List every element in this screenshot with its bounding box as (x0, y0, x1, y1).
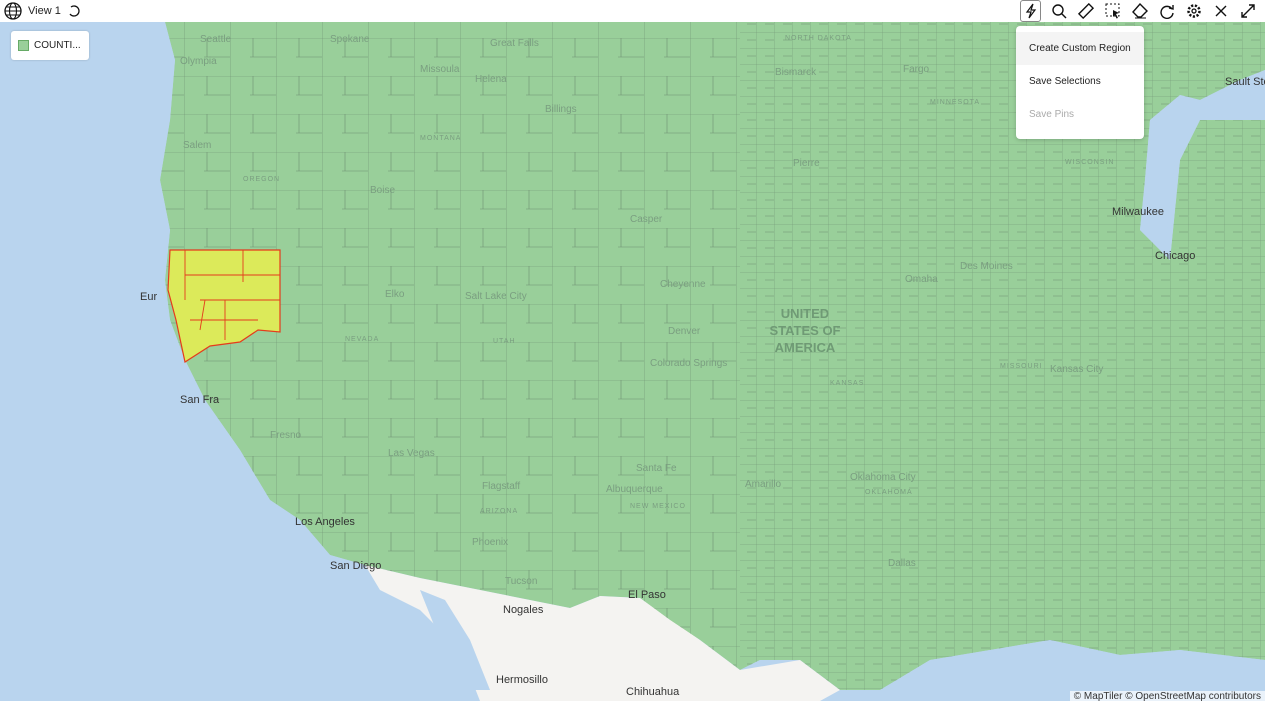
state-label: NEW MEXICO (630, 503, 686, 510)
city-label: Hermosillo (496, 674, 548, 686)
state-label: MISSOURI (1000, 363, 1043, 370)
city-label: Helena (475, 74, 507, 85)
state-label: MONTANA (420, 135, 461, 142)
city-label: Missoula (420, 64, 460, 75)
city-label: Casper (630, 214, 663, 225)
country-label: STATES OF (769, 323, 840, 338)
city-label: Tucson (505, 576, 537, 587)
view-title-group: View 1 (4, 2, 81, 20)
redo-button[interactable] (1153, 0, 1180, 22)
state-label: WISCONSIN (1065, 159, 1114, 166)
city-label: Milwaukee (1112, 206, 1164, 218)
expand-icon (1240, 4, 1255, 18)
state-label: OREGON (243, 176, 280, 183)
lightning-icon (1025, 3, 1036, 19)
city-label: Spokane (330, 34, 370, 45)
city-label: Salem (183, 140, 211, 151)
state-label: NORTH DAKOTA (785, 35, 852, 42)
state-label: MINNESOTA (930, 99, 980, 106)
city-label: Omaha (905, 274, 938, 285)
city-label: Elko (385, 289, 405, 300)
close-button[interactable] (1207, 0, 1234, 22)
ruler-button[interactable] (1072, 0, 1099, 22)
city-label: Boise (370, 185, 395, 196)
legend-swatch (18, 40, 29, 51)
ruler-icon (1077, 3, 1094, 19)
box-select-icon (1105, 3, 1119, 19)
city-label: Billings (545, 104, 577, 115)
city-label: Dallas (888, 558, 916, 569)
state-label: NEVADA (345, 336, 379, 343)
city-label: Cheyenne (660, 279, 706, 290)
city-label: Oklahoma City (850, 472, 916, 483)
redo-icon (1159, 5, 1174, 19)
state-label: KANSAS (830, 380, 864, 387)
expand-button[interactable] (1234, 0, 1261, 22)
legend-label: COUNTI... (34, 40, 81, 51)
city-label: San Fra (180, 394, 220, 406)
city-label: Denver (668, 326, 701, 337)
city-label: Great Falls (490, 38, 539, 49)
state-label: UTAH (493, 338, 516, 345)
settings-button[interactable] (1180, 0, 1207, 22)
city-label: Eur (140, 291, 157, 303)
country-label: UNITED (781, 306, 829, 321)
city-label: Nogales (503, 604, 544, 616)
city-label: El Paso (628, 589, 666, 601)
map-attribution[interactable]: © MapTiler © OpenStreetMap contributors (1069, 691, 1265, 701)
top-bar: View 1 (0, 0, 1265, 22)
refresh-icon[interactable] (67, 4, 81, 18)
eraser-button[interactable] (1126, 0, 1153, 22)
city-label: Pierre (793, 158, 820, 169)
toolbar (1016, 0, 1261, 22)
state-label: OKLAHOMA (865, 489, 913, 496)
search-button[interactable] (1045, 0, 1072, 22)
city-label: Chicago (1155, 250, 1195, 262)
city-label: Amarillo (745, 479, 782, 490)
city-label: Des Moines (960, 261, 1013, 272)
gear-icon (1186, 4, 1201, 18)
menu-item-create-custom-region[interactable]: Create Custom Region (1016, 32, 1144, 65)
city-label: Seattle (200, 34, 232, 45)
city-label: Fargo (903, 64, 930, 75)
city-label: Santa Fe (636, 463, 677, 474)
eraser-icon (1131, 3, 1148, 19)
tools-menu: Create Custom Region Save Selections Sav… (1016, 26, 1144, 139)
city-label: Colorado Springs (650, 358, 727, 369)
city-label: Salt Lake City (465, 291, 527, 302)
city-label: Olympia (180, 56, 217, 67)
city-label: Phoenix (472, 537, 508, 548)
city-label: Flagstaff (482, 481, 520, 492)
city-label: Las Vegas (388, 448, 435, 459)
close-icon (1215, 5, 1226, 17)
menu-item-save-selections[interactable]: Save Selections (1016, 65, 1144, 98)
box-select-button[interactable] (1099, 0, 1126, 22)
menu-item-save-pins: Save Pins (1029, 109, 1075, 120)
country-label: AMERICA (775, 340, 836, 355)
state-label: ARIZONA (480, 508, 518, 515)
city-label: Chihuahua (626, 686, 680, 698)
city-label: Sault Ste. Ma (1225, 76, 1265, 88)
city-label: Kansas City (1050, 364, 1103, 375)
lightning-button[interactable] (1020, 0, 1041, 22)
view-title: View 1 (28, 5, 61, 17)
city-label: San Diego (330, 560, 381, 572)
city-label: Los Angeles (295, 516, 355, 528)
search-icon (1051, 4, 1066, 19)
city-label: Albuquerque (606, 484, 663, 495)
city-label: Bismarck (775, 67, 817, 78)
globe-icon[interactable] (4, 2, 22, 20)
legend[interactable]: COUNTI... (11, 31, 89, 60)
city-label: Fresno (270, 430, 302, 441)
